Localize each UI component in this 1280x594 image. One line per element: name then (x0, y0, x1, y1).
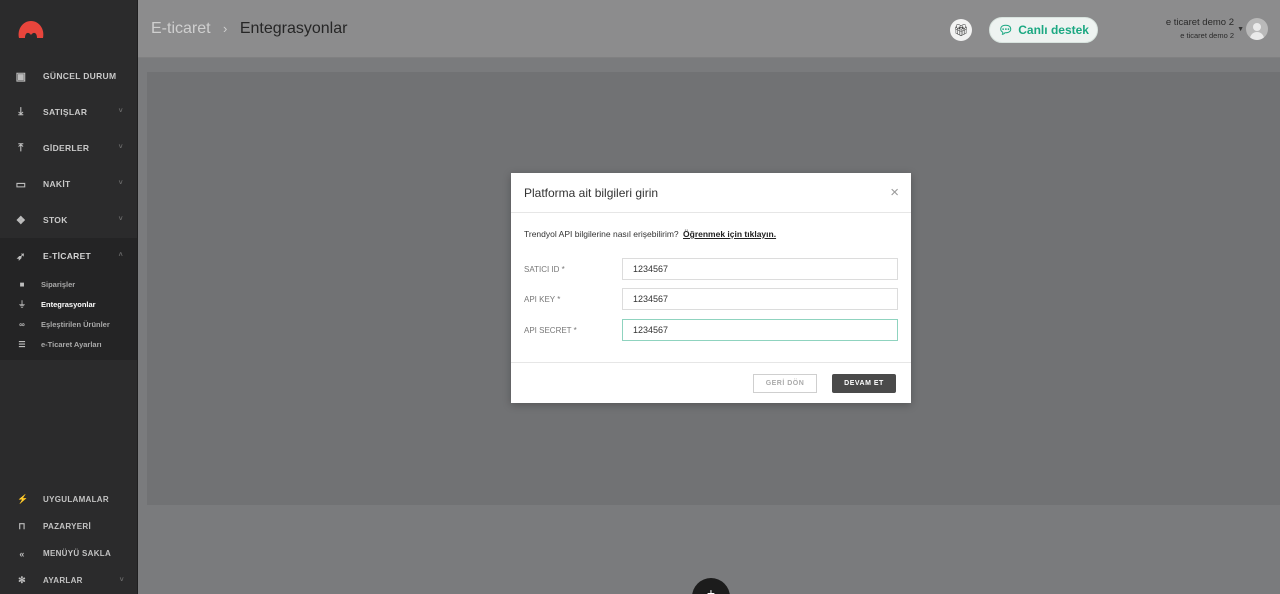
gift-icon[interactable]: 🎁︎ (950, 19, 972, 41)
avatar[interactable] (1246, 18, 1268, 40)
chevron-down-icon: ˅ (118, 108, 123, 115)
dashboard-icon: ▣ (15, 70, 27, 83)
sidebar-item-ayarlar[interactable]: ✻ AYARLAR ˅ (0, 567, 138, 594)
sidebar-subitem-label: e-Ticaret Ayarları (41, 339, 102, 349)
sidebar-subitem-label: Eşleştirilen Ürünler (41, 319, 110, 329)
sidebar-subitem-eticaret-ayarlari[interactable]: ☰ e-Ticaret Ayarları (0, 334, 137, 354)
add-fab-button[interactable]: + (692, 578, 730, 594)
logo-area (0, 0, 137, 58)
cart-icon: ⊓ (18, 521, 26, 531)
sidebar-item-label: UYGULAMALAR (43, 495, 109, 504)
top-header: E-ticaret › Entegrasyonlar 🎁︎ 💬︎ Canlı d… (138, 0, 1280, 58)
sidebar-item-uygulamalar[interactable]: ⚡ UYGULAMALAR (0, 486, 138, 513)
sidebar-item-guncel-durum[interactable]: ▣ GÜNCEL DURUM (0, 58, 137, 94)
modal-info: Trendyol API bilgilerine nasıl erişebili… (524, 229, 776, 239)
info-text: Trendyol API bilgilerine nasıl erişebili… (524, 229, 679, 239)
sidebar-item-pazaryeri[interactable]: ⊓ PAZARYERİ (0, 513, 138, 540)
sliders-icon: ☰ (18, 339, 26, 349)
breadcrumb-separator: › (223, 21, 228, 36)
sidebar-subitem-siparisler[interactable]: ■ Siparişler (0, 274, 137, 294)
user-name: e ticaret demo 2 (1165, 17, 1234, 28)
sidebar-item-label: MENÜYÜ SAKLA (43, 549, 112, 558)
chevron-down-icon: ˅ (118, 144, 123, 151)
back-button[interactable]: GERİ DÖN (753, 374, 817, 393)
sidebar-group-eticaret: ➶ E-TİCARET ˄ ■ Siparişler ⏚ Entegrasyon… (0, 238, 137, 360)
cash-icon: ▭ (15, 178, 27, 191)
sidebar-item-nakit[interactable]: ▭ NAKİT ˅ (0, 166, 137, 202)
user-menu[interactable]: e ticaret demo 2 e ticaret demo 2 ▼ (1165, 17, 1244, 40)
live-support-button[interactable]: 💬︎ Canlı destek (989, 17, 1098, 43)
sidebar-item-label: AYARLAR (43, 576, 83, 585)
sidebar-item-label: NAKİT (43, 179, 71, 189)
link-icon: ∞ (19, 319, 25, 329)
modal-title: Platforma ait bilgileri girin (524, 186, 659, 200)
api-key-label: API KEY * (524, 295, 561, 304)
chat-bubble-icon: 💬︎ (998, 23, 1014, 37)
plug-icon: ⚡ (17, 494, 29, 504)
chevron-down-icon: ˅ (118, 180, 123, 187)
modal-footer: GERİ DÖN DEVAM ET (511, 362, 911, 403)
page-title: Entegrasyonlar (239, 20, 348, 37)
upload-box-icon: ⤒ (18, 141, 24, 154)
chevron-up-icon: ˄ (118, 252, 123, 259)
breadcrumb-parent[interactable]: E-ticaret (151, 20, 211, 37)
modal-header: Platforma ait bilgileri girin × (511, 173, 911, 213)
sidebar: ▣ GÜNCEL DURUM ⤓ SATIŞLAR ˅ ⤒ GİDERLER ˅… (0, 0, 138, 594)
continue-button[interactable]: DEVAM ET (832, 374, 896, 393)
api-secret-label: API SECRET * (524, 326, 577, 335)
sidebar-item-label: GÜNCEL DURUM (43, 71, 117, 81)
sidebar-item-label: SATIŞLAR (43, 107, 88, 117)
cart-icon: ■ (19, 279, 25, 289)
api-secret-field[interactable] (622, 319, 898, 341)
sidebar-item-label: E-TİCARET (43, 251, 92, 261)
caret-down-icon: ▼ (1237, 26, 1244, 33)
gear-icon: ✻ (18, 575, 26, 585)
seller-id-label: SATICI ID * (524, 265, 565, 274)
live-support-label: Canlı destek (1018, 23, 1089, 37)
download-box-icon: ⤓ (18, 105, 24, 118)
breadcrumb: E-ticaret › Entegrasyonlar (151, 20, 347, 38)
seller-id-field[interactable] (622, 258, 898, 280)
avatar-head (1253, 23, 1261, 31)
sidebar-item-stok[interactable]: ❖ STOK ˅ (0, 202, 137, 238)
collapse-icon: « (19, 548, 25, 559)
sidebar-subitem-label: Entegrasyonlar (41, 299, 96, 309)
avatar-body (1250, 32, 1264, 40)
sidebar-item-label: GİDERLER (43, 143, 90, 153)
user-company: e ticaret demo 2 (1180, 31, 1234, 40)
sidebar-item-menuyu-sakla[interactable]: « MENÜYÜ SAKLA (0, 540, 138, 567)
rocket-icon: ➶ (16, 250, 26, 263)
brand-logo[interactable] (17, 19, 45, 41)
sidebar-subitem-eslestirilen-urunler[interactable]: ∞ Eşleştirilen Ürünler (0, 314, 137, 334)
sidebar-bottom: ⚡ UYGULAMALAR ⊓ PAZARYERİ « MENÜYÜ SAKLA… (0, 486, 138, 594)
integration-modal: Platforma ait bilgileri girin × Trendyol… (511, 173, 911, 403)
chevron-down-icon: ˅ (118, 216, 123, 223)
learn-more-link[interactable]: Öğrenmek için tıklayın. (683, 229, 776, 239)
sidebar-item-label: PAZARYERİ (43, 522, 92, 531)
sidebar-item-label: STOK (43, 215, 68, 225)
close-icon[interactable]: × (890, 184, 899, 201)
sidebar-item-eticaret[interactable]: ➶ E-TİCARET ˄ (0, 238, 137, 274)
sidebar-item-satislar[interactable]: ⤓ SATIŞLAR ˅ (0, 94, 137, 130)
plug-icon: ⏚ (18, 299, 26, 309)
api-key-field[interactable] (622, 288, 898, 310)
sidebar-subitem-label: Siparişler (41, 279, 76, 289)
chevron-down-icon: ˅ (119, 577, 124, 584)
sidebar-subitem-entegrasyonlar[interactable]: ⏚ Entegrasyonlar (0, 294, 137, 314)
sidebar-item-giderler[interactable]: ⤒ GİDERLER ˅ (0, 130, 137, 166)
cubes-icon: ❖ (15, 214, 27, 227)
